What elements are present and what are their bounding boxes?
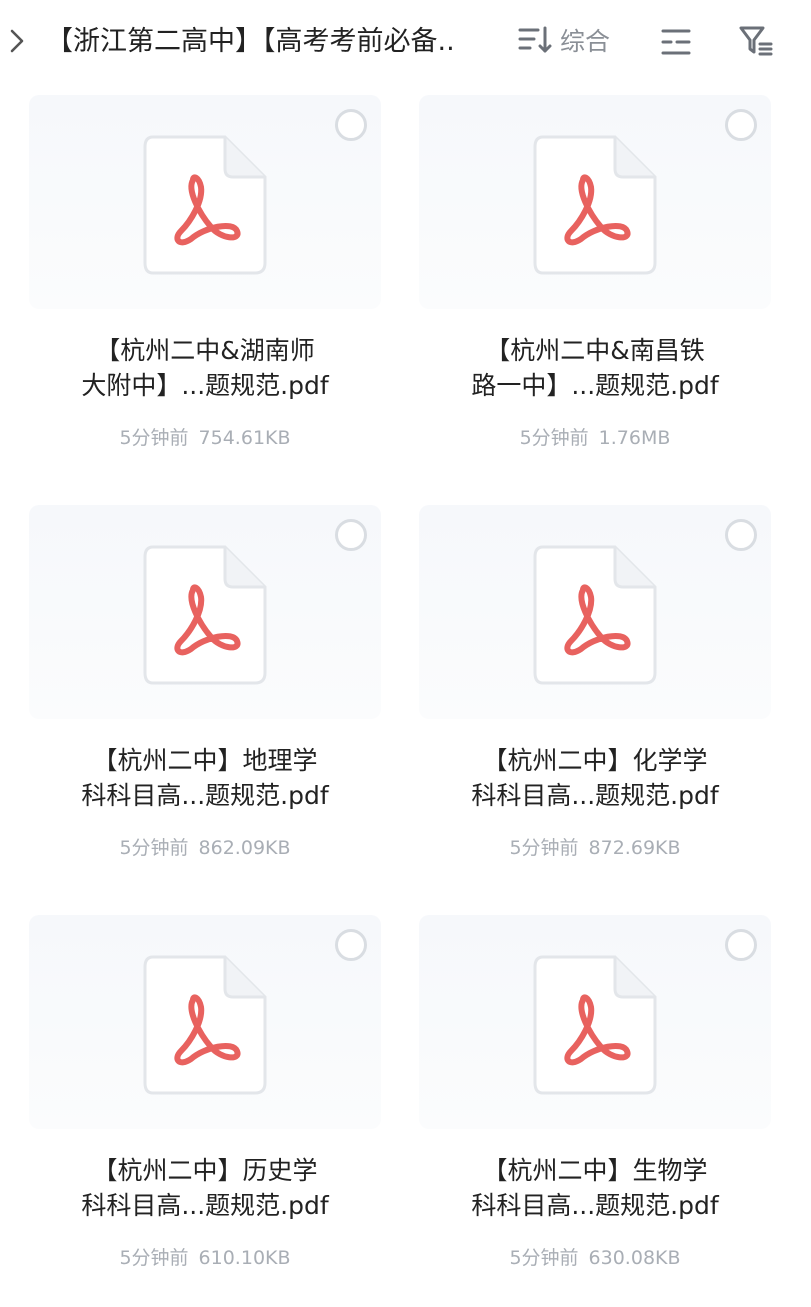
pdf-icon [533, 955, 657, 1095]
file-thumbnail [29, 95, 381, 309]
file-name-line: 【杭州二中&南昌铁 [485, 336, 705, 365]
select-checkbox[interactable] [725, 109, 757, 141]
file-meta: 5分钟前 862.09KB [29, 835, 381, 861]
file-size: 862.09KB [198, 837, 291, 859]
file-name-line: 【杭州二中】地理学 [92, 746, 318, 775]
file-card[interactable]: 【杭州二中】地理学 科科目高...题规范.pdf 5分钟前 862.09KB [29, 505, 381, 897]
file-name: 【杭州二中&南昌铁 路一中】...题规范.pdf [429, 333, 761, 403]
file-name-line: 科科目高...题规范.pdf [471, 1191, 719, 1220]
file-size: 610.10KB [198, 1247, 291, 1269]
select-checkbox[interactable] [335, 519, 367, 551]
select-checkbox[interactable] [335, 109, 367, 141]
file-name: 【杭州二中】地理学 科科目高...题规范.pdf [39, 743, 371, 813]
file-name-line: 科科目高...题规范.pdf [81, 1191, 329, 1220]
file-card[interactable]: 【杭州二中&南昌铁 路一中】...题规范.pdf 5分钟前 1.76MB [419, 95, 771, 487]
pdf-icon [533, 135, 657, 275]
file-name-line: 【杭州二中】化学学 [482, 746, 708, 775]
file-time: 5分钟前 [509, 837, 579, 859]
file-name: 【杭州二中&湖南师 大附中】...题规范.pdf [39, 333, 371, 403]
file-size: 630.08KB [588, 1247, 681, 1269]
file-size: 1.76MB [598, 427, 671, 449]
pdf-icon [143, 545, 267, 685]
pdf-icon [533, 545, 657, 685]
file-meta: 5分钟前 630.08KB [419, 1245, 771, 1271]
file-time: 5分钟前 [119, 837, 189, 859]
file-size: 754.61KB [198, 427, 291, 449]
file-card[interactable]: 【杭州二中】化学学 科科目高...题规范.pdf 5分钟前 872.69KB [419, 505, 771, 897]
file-name: 【杭州二中】历史学 科科目高...题规范.pdf [39, 1153, 371, 1223]
file-thumbnail [419, 915, 771, 1129]
file-grid: 【杭州二中&湖南师 大附中】...题规范.pdf 5分钟前 754.61KB 【杭… [0, 0, 811, 1280]
file-thumbnail [419, 95, 771, 309]
file-thumbnail [419, 505, 771, 719]
file-thumbnail [29, 915, 381, 1129]
file-meta: 5分钟前 1.76MB [419, 425, 771, 451]
file-time: 5分钟前 [119, 1247, 189, 1269]
pdf-icon [143, 955, 267, 1095]
file-meta: 5分钟前 610.10KB [29, 1245, 381, 1271]
select-checkbox[interactable] [725, 519, 757, 551]
file-name-line: 【杭州二中】生物学 [482, 1156, 708, 1185]
file-name: 【杭州二中】化学学 科科目高...题规范.pdf [429, 743, 761, 813]
select-checkbox[interactable] [725, 929, 757, 961]
file-name-line: 路一中】...题规范.pdf [471, 371, 719, 400]
file-name: 【杭州二中】生物学 科科目高...题规范.pdf [429, 1153, 761, 1223]
file-meta: 5分钟前 754.61KB [29, 425, 381, 451]
select-checkbox[interactable] [335, 929, 367, 961]
file-name-line: 大附中】...题规范.pdf [81, 371, 329, 400]
file-time: 5分钟前 [519, 427, 589, 449]
file-name-line: 科科目高...题规范.pdf [471, 781, 719, 810]
file-time: 5分钟前 [509, 1247, 579, 1269]
file-card[interactable]: 【杭州二中&湖南师 大附中】...题规范.pdf 5分钟前 754.61KB [29, 95, 381, 487]
file-card[interactable]: 【杭州二中】生物学 科科目高...题规范.pdf 5分钟前 630.08KB [419, 915, 771, 1307]
file-card[interactable]: 【杭州二中】历史学 科科目高...题规范.pdf 5分钟前 610.10KB [29, 915, 381, 1307]
file-thumbnail [29, 505, 381, 719]
file-name-line: 【杭州二中】历史学 [92, 1156, 318, 1185]
file-name-line: 科科目高...题规范.pdf [81, 781, 329, 810]
file-meta: 5分钟前 872.69KB [419, 835, 771, 861]
pdf-icon [143, 135, 267, 275]
file-time: 5分钟前 [119, 427, 189, 449]
file-size: 872.69KB [588, 837, 681, 859]
file-name-line: 【杭州二中&湖南师 [95, 336, 315, 365]
